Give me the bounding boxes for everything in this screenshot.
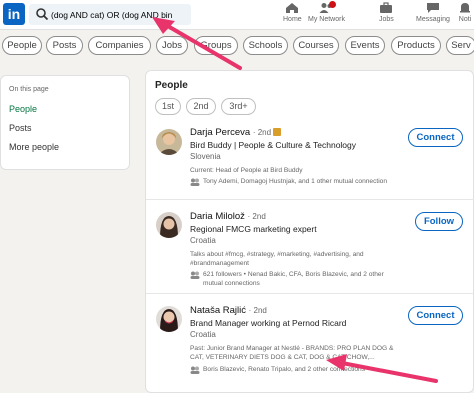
person-location: Croatia bbox=[190, 236, 216, 245]
search-filter-bar: People Posts Companies Jobs Groups Schoo… bbox=[0, 36, 474, 56]
nav-notifications-label: Noti bbox=[458, 16, 472, 23]
mutual-connections: 621 followers • Nenad Bakic, CFA, Boris … bbox=[190, 270, 400, 288]
filter-products[interactable]: Products bbox=[391, 36, 441, 55]
filter-groups[interactable]: Groups bbox=[194, 36, 238, 55]
person-summary: Past: Junior Brand Manager at Nestlé - B… bbox=[190, 345, 394, 361]
filter-posts[interactable]: Posts bbox=[46, 36, 83, 55]
divider bbox=[146, 199, 474, 200]
person-headline: Regional FMCG marketing expert bbox=[190, 224, 317, 234]
jobs-icon bbox=[380, 2, 393, 13]
search-icon bbox=[36, 8, 49, 21]
mutual-connections-icon bbox=[190, 271, 200, 279]
nav-messaging[interactable]: Messaging bbox=[416, 2, 450, 23]
avatar[interactable] bbox=[156, 129, 182, 155]
on-this-page-panel: On this page People Posts More people bbox=[0, 75, 130, 170]
nav-notifications[interactable]: Noti bbox=[458, 2, 472, 23]
person-headline: Bird Buddy | People & Culture & Technolo… bbox=[190, 140, 357, 150]
nav-home[interactable]: Home bbox=[283, 2, 302, 23]
connection-degree: · 2nd bbox=[252, 128, 272, 137]
person-location: Croatia bbox=[190, 330, 216, 339]
bell-icon bbox=[460, 3, 470, 13]
filter-services[interactable]: Serv bbox=[446, 36, 474, 55]
avatar[interactable] bbox=[156, 212, 182, 238]
degree-filter-3rd[interactable]: 3rd+ bbox=[221, 98, 256, 115]
top-nav-bar: in Home My Network Jobs Messaging Noti bbox=[0, 0, 474, 30]
divider bbox=[146, 293, 474, 294]
nav-my-network-label: My Network bbox=[308, 16, 345, 23]
nav-my-network[interactable]: My Network bbox=[308, 1, 345, 23]
jump-link-posts[interactable]: Posts bbox=[9, 123, 32, 133]
filter-schools[interactable]: Schools bbox=[243, 36, 288, 55]
connect-button[interactable]: Connect bbox=[408, 306, 463, 325]
person-name[interactable]: Darja Perceva · 2nd bbox=[190, 127, 282, 138]
messaging-icon bbox=[426, 3, 439, 13]
mutual-connections: Boris Blazevic, Renato Tripalo, and 2 ot… bbox=[190, 365, 400, 374]
avatar[interactable] bbox=[156, 306, 182, 332]
search-box[interactable] bbox=[29, 4, 191, 25]
person-name[interactable]: Daria Milolož · 2nd bbox=[190, 211, 266, 222]
notification-badge bbox=[329, 1, 336, 8]
filter-people[interactable]: People bbox=[2, 36, 42, 55]
degree-filter-1st[interactable]: 1st bbox=[155, 98, 181, 115]
linkedin-logo[interactable]: in bbox=[3, 3, 25, 25]
on-this-page-header: On this page bbox=[9, 86, 49, 93]
filter-jobs[interactable]: Jobs bbox=[156, 36, 188, 55]
connection-degree: · 2nd bbox=[247, 212, 266, 221]
nav-jobs[interactable]: Jobs bbox=[379, 2, 394, 23]
premium-badge-icon bbox=[273, 128, 282, 137]
filter-companies[interactable]: Companies bbox=[88, 36, 151, 55]
follow-button[interactable]: Follow bbox=[415, 212, 463, 231]
person-headline: Brand Manager working at Pernod Ricard bbox=[190, 318, 347, 328]
jump-link-people[interactable]: People bbox=[9, 104, 37, 114]
person-summary: Current: Head of People at Bird Buddy bbox=[190, 167, 303, 174]
nav-home-label: Home bbox=[283, 16, 302, 23]
nav-jobs-label: Jobs bbox=[379, 16, 394, 23]
mutual-connections-icon bbox=[190, 366, 200, 374]
connection-degree: · 2nd bbox=[248, 306, 267, 315]
search-input[interactable] bbox=[51, 6, 189, 23]
filter-courses[interactable]: Courses bbox=[293, 36, 339, 55]
results-section-title: People bbox=[155, 80, 188, 91]
jump-link-more-people[interactable]: More people bbox=[9, 142, 59, 152]
mutual-connections-icon bbox=[190, 178, 200, 186]
degree-filter-2nd[interactable]: 2nd bbox=[186, 98, 216, 115]
home-icon bbox=[286, 3, 299, 13]
nav-messaging-label: Messaging bbox=[416, 16, 450, 23]
person-summary: Talks about #fmcg, #strategy, #marketing… bbox=[190, 251, 364, 267]
person-location: Slovenia bbox=[190, 152, 221, 161]
people-results-card: People 1st 2nd 3rd+ Darja Perceva · 2nd … bbox=[145, 70, 474, 393]
filter-events[interactable]: Events bbox=[345, 36, 385, 55]
person-name[interactable]: Nataša Rajlić · 2nd bbox=[190, 305, 267, 316]
connect-button[interactable]: Connect bbox=[408, 128, 463, 147]
mutual-connections: Tony Ademi, Domagoj Hustnjak, and 1 othe… bbox=[190, 177, 400, 186]
